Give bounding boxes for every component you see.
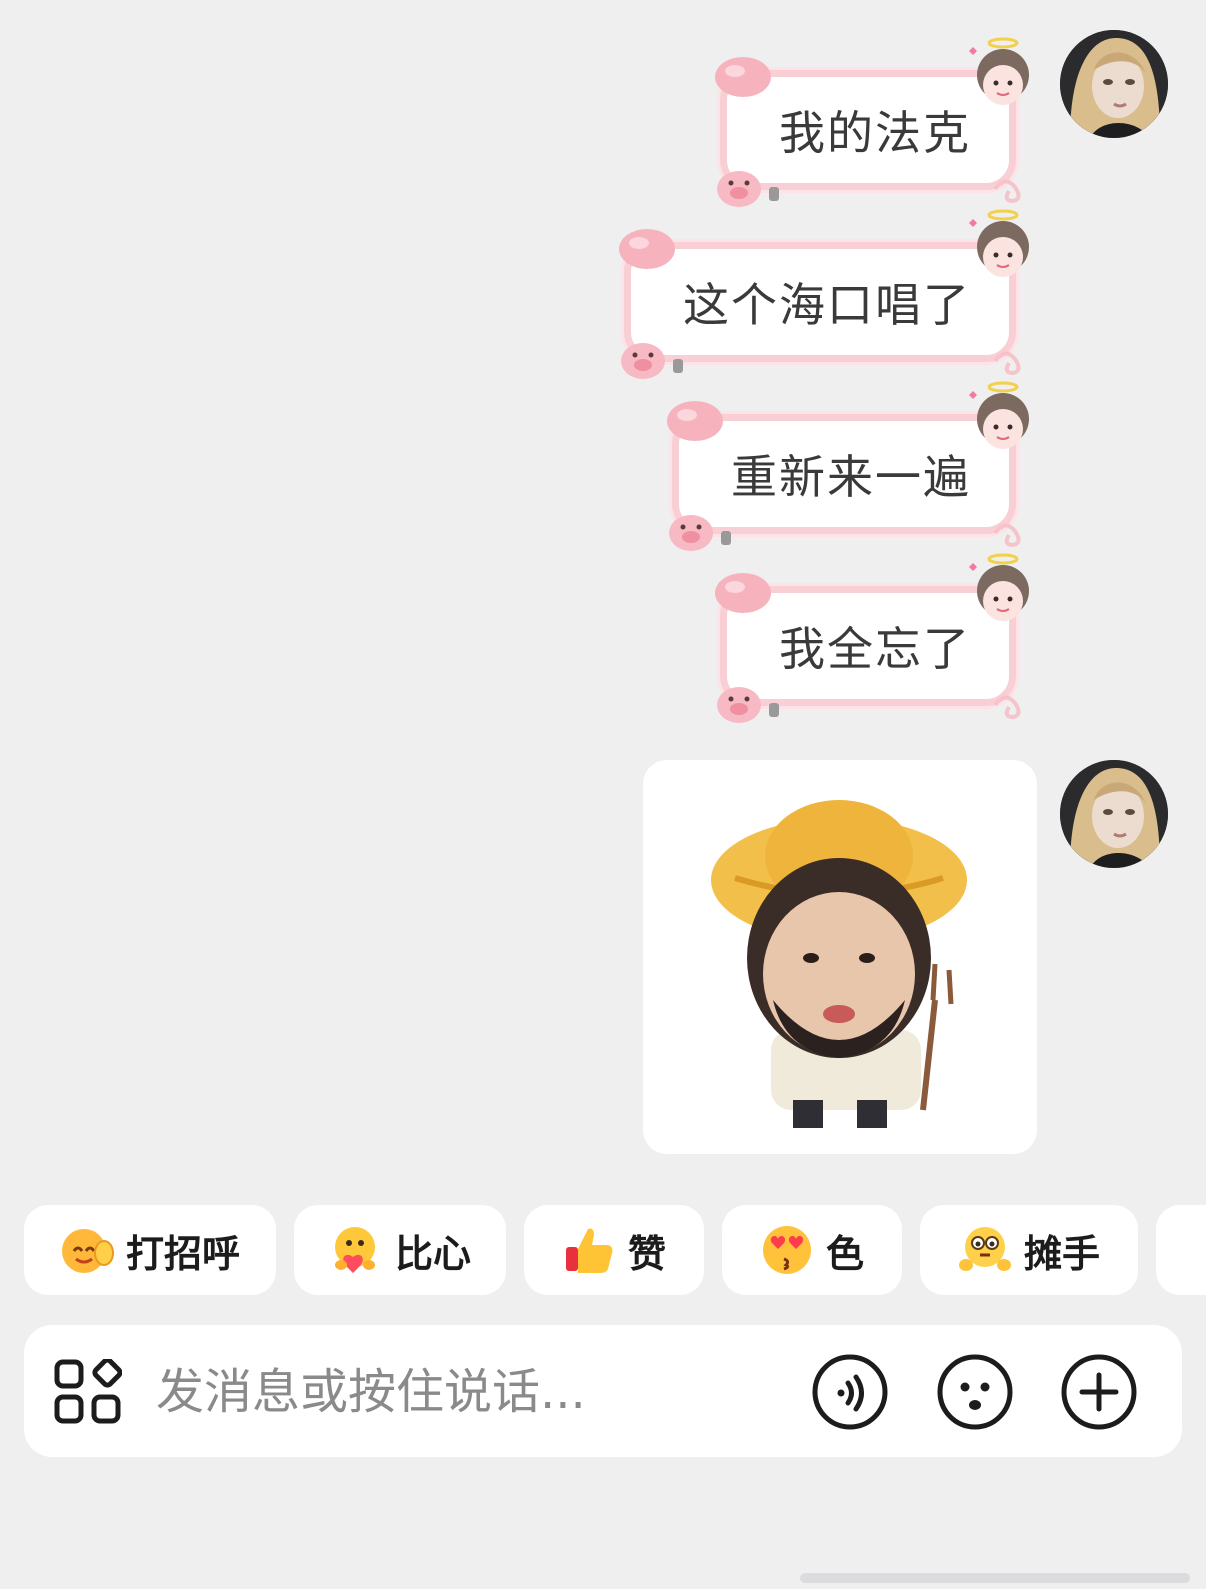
quick-reply-label: 色 xyxy=(825,1231,864,1276)
shrug-face-icon xyxy=(958,1227,1011,1271)
ribbon-curl-icon xyxy=(993,351,1021,376)
quick-reply-like[interactable]: 赞 xyxy=(524,1205,704,1295)
quick-reply-label: 比心 xyxy=(394,1231,471,1276)
message-input-bar xyxy=(24,1325,1182,1457)
message-text: 重新来一遍 xyxy=(731,450,971,504)
message-bubble[interactable]: 我的法克 xyxy=(715,37,1029,207)
sticker-message[interactable] xyxy=(643,760,1037,1154)
user-avatar[interactable] xyxy=(1060,30,1168,138)
angel-boy-icon xyxy=(969,553,1029,621)
message-text: 我全忘了 xyxy=(779,622,971,676)
quick-reply-label: 赞 xyxy=(627,1231,666,1276)
message-bubble[interactable]: 我全忘了 xyxy=(715,553,1029,723)
pink-pig-icon xyxy=(717,171,779,207)
ribbon-curl-icon xyxy=(993,695,1021,720)
angel-boy-icon xyxy=(969,37,1029,105)
pink-pig-icon xyxy=(717,687,779,723)
message-bubble[interactable]: 这个海口唱了 xyxy=(619,209,1029,379)
pink-balloon-icon xyxy=(619,229,675,269)
quick-reply-love[interactable]: 色 xyxy=(722,1205,902,1295)
message-bubble[interactable]: 重新来一遍 xyxy=(667,381,1029,551)
home-indicator[interactable] xyxy=(800,1573,1190,1583)
ribbon-curl-icon xyxy=(993,179,1021,204)
message-text: 我的法克 xyxy=(779,106,971,160)
quick-reply-bar: 打招呼 比心 赞 色 摊手 xyxy=(24,1205,1206,1295)
quick-reply-more[interactable] xyxy=(1156,1205,1206,1295)
add-icon[interactable] xyxy=(1060,1353,1138,1431)
message-row: 这个海口唱了 xyxy=(619,209,1029,379)
apps-grid-icon[interactable] xyxy=(54,1359,122,1425)
heart-eyes-kiss-icon xyxy=(762,1226,811,1274)
angel-boy-icon xyxy=(969,381,1029,449)
quick-reply-wave[interactable]: 打招呼 xyxy=(24,1205,276,1295)
message-row: 我的法克 xyxy=(715,37,1029,207)
quick-reply-label: 摊手 xyxy=(1023,1231,1100,1276)
pink-balloon-icon xyxy=(715,573,771,613)
message-text: 这个海口唱了 xyxy=(683,278,971,332)
message-row: 我全忘了 xyxy=(715,553,1029,723)
message-input[interactable] xyxy=(154,1351,798,1433)
quick-reply-heart[interactable]: 比心 xyxy=(294,1205,506,1295)
thumbs-up-icon xyxy=(565,1228,613,1273)
quick-reply-label: 打招呼 xyxy=(125,1231,240,1276)
quick-reply-shrug[interactable]: 摊手 xyxy=(920,1205,1138,1295)
voice-icon[interactable] xyxy=(811,1353,889,1431)
message-row: 重新来一遍 xyxy=(667,381,1029,551)
user-avatar[interactable] xyxy=(1060,760,1168,868)
farmer-kid-sticker-icon xyxy=(711,800,967,1128)
waving-face-icon xyxy=(61,1229,114,1273)
pink-balloon-icon xyxy=(715,57,771,97)
pink-balloon-icon xyxy=(667,401,723,441)
emoji-icon[interactable] xyxy=(936,1353,1014,1431)
angel-boy-icon xyxy=(969,209,1029,277)
heart-hug-icon xyxy=(334,1227,375,1273)
pink-pig-icon xyxy=(621,343,683,379)
pink-pig-icon xyxy=(669,515,731,551)
ribbon-curl-icon xyxy=(993,523,1021,548)
